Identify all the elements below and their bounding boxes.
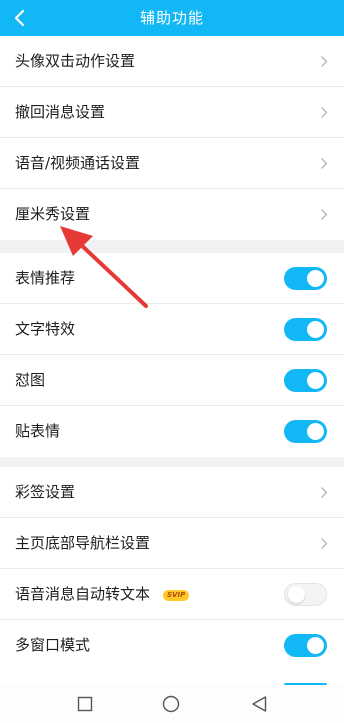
multi-window-toggle[interactable] — [284, 634, 327, 657]
row-label: 厘米秀设置 — [15, 205, 91, 223]
page-title: 辅助功能 — [139, 9, 204, 27]
chevron-right-icon — [321, 107, 328, 118]
row-avatar-double-tap[interactable]: 头像双击动作设置 — [0, 36, 344, 87]
home-circle-icon[interactable] — [162, 695, 180, 713]
toggle-knob — [307, 423, 324, 440]
reaction-images-toggle[interactable] — [284, 369, 327, 392]
row-multi-window: 多窗口模式 — [0, 620, 344, 671]
toggle-knob — [307, 321, 324, 338]
chevron-right-icon — [321, 538, 328, 549]
settings-group-navigation: 头像双击动作设置 撤回消息设置 语音/视频通话设置 厘米秀设置 — [0, 36, 344, 240]
row-label: 多窗口模式 — [15, 636, 91, 654]
svip-badge: SVIP — [163, 590, 190, 601]
row-label: 语音/视频通话设置 — [15, 154, 141, 172]
recents-square-icon[interactable] — [77, 696, 93, 712]
row-voice-video-call[interactable]: 语音/视频通话设置 — [0, 138, 344, 189]
chevron-right-icon — [321, 56, 328, 67]
title-bar: 辅助功能 — [0, 0, 344, 36]
row-cmshow-settings[interactable]: 厘米秀设置 — [0, 189, 344, 240]
row-label: 主页底部导航栏设置 — [15, 534, 151, 552]
row-label: 怼图 — [15, 371, 46, 389]
voice-to-text-toggle[interactable] — [284, 583, 327, 606]
row-label: 撤回消息设置 — [15, 103, 106, 121]
toggle-knob — [307, 372, 324, 389]
chevron-right-icon — [321, 158, 328, 169]
chevron-right-icon — [321, 209, 328, 220]
toggle-knob — [307, 270, 324, 287]
text-effects-toggle[interactable] — [284, 318, 327, 341]
row-voice-to-text: 语音消息自动转文本 SVIP — [0, 569, 344, 620]
row-label: 文字特效 — [15, 320, 76, 338]
settings-group-misc: 彩签设置 主页底部导航栏设置 语音消息自动转文本 SVIP 多窗口模式 — [0, 467, 344, 671]
toggle-knob — [307, 637, 324, 654]
chevron-right-icon — [321, 487, 328, 498]
next-row-partial — [0, 671, 344, 686]
sticker-paste-toggle[interactable] — [284, 420, 327, 443]
row-label: 彩签设置 — [15, 483, 76, 501]
toggle-knob — [288, 586, 305, 603]
row-recall-message[interactable]: 撤回消息设置 — [0, 87, 344, 138]
settings-group-toggles: 表情推荐 文字特效 怼图 贴表情 — [0, 253, 344, 457]
back-triangle-icon[interactable] — [251, 695, 268, 713]
row-text-effects: 文字特效 — [0, 304, 344, 355]
row-label: 语音消息自动转文本 — [15, 585, 151, 603]
emoji-recommend-toggle[interactable] — [284, 267, 327, 290]
row-emoji-recommend: 表情推荐 — [0, 253, 344, 304]
row-label: 贴表情 — [15, 422, 61, 440]
row-label: 头像双击动作设置 — [15, 52, 136, 70]
row-bottom-nav-settings[interactable]: 主页底部导航栏设置 — [0, 518, 344, 569]
row-sticker-paste: 贴表情 — [0, 406, 344, 457]
row-label: 表情推荐 — [15, 269, 76, 287]
system-nav-bar — [0, 685, 344, 723]
row-color-tags[interactable]: 彩签设置 — [0, 467, 344, 518]
row-reaction-images: 怼图 — [0, 355, 344, 406]
